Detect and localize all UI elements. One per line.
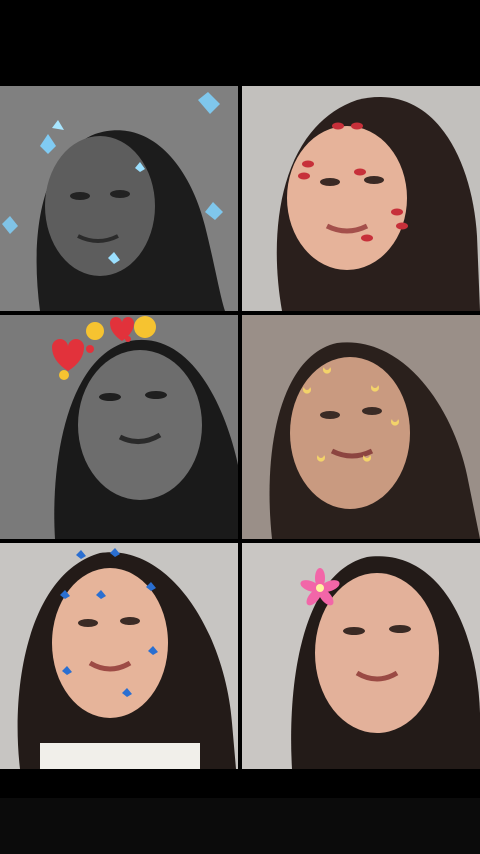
collage-photo-3-emoji-crown-filter[interactable] — [0, 315, 238, 539]
photo-5-image — [0, 543, 238, 769]
photo-collage — [0, 86, 480, 769]
photo-6-image — [242, 543, 480, 769]
collage-photo-1-butterfly-filter[interactable] — [0, 86, 238, 311]
photo-4-image — [242, 315, 480, 539]
collage-photo-6-flower-filter[interactable] — [242, 543, 480, 769]
collage-photo-2-kiss-filter[interactable] — [242, 86, 480, 311]
photo-2-image — [242, 86, 480, 311]
bottom-bar — [0, 798, 480, 854]
photo-3-image — [0, 315, 238, 539]
collage-photo-5-blue-butterfly-filter[interactable] — [0, 543, 238, 769]
photo-1-image — [0, 86, 238, 311]
collage-photo-4-moon-filter[interactable] — [242, 315, 480, 539]
